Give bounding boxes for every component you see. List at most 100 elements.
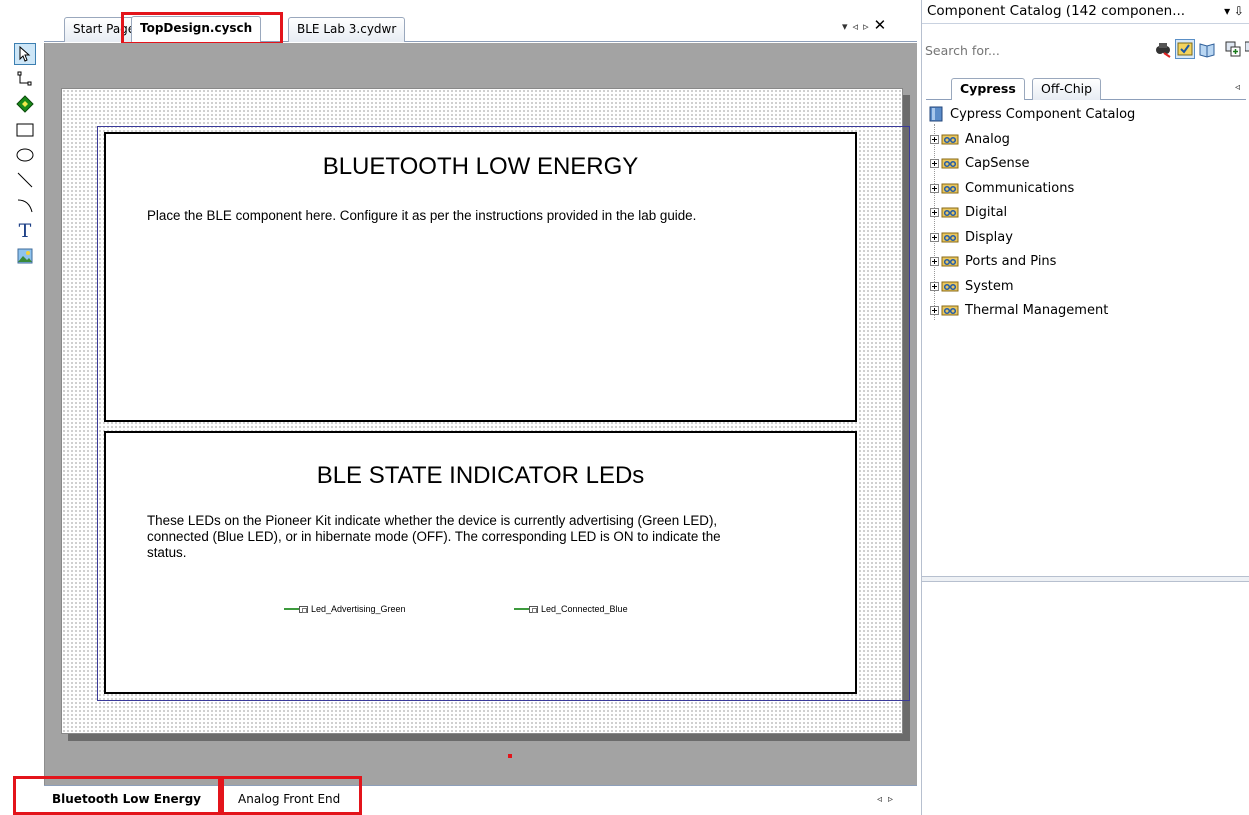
component-folder-icon bbox=[941, 183, 959, 194]
tab-ble-lab-cydwr[interactable]: BLE Lab 3.cydwr bbox=[288, 17, 406, 42]
tree-item-analog[interactable]: Analog bbox=[930, 129, 1010, 149]
arc-icon bbox=[17, 199, 33, 213]
tree-item-label: CapSense bbox=[965, 155, 1030, 171]
text-tool-button[interactable]: T bbox=[14, 220, 36, 242]
canvas-marker bbox=[508, 754, 512, 758]
rectangle-icon bbox=[16, 123, 34, 137]
tree-item-display[interactable]: Display bbox=[930, 227, 1013, 247]
component-catalog-panel: Component Catalog (142 componen... ▾ ⇩ C… bbox=[921, 0, 1249, 815]
pin-label: Led_Advertising_Green bbox=[311, 604, 406, 614]
find-icon[interactable] bbox=[1154, 40, 1172, 58]
page-scroll-right-icon[interactable]: ▹ bbox=[888, 794, 899, 805]
catalog-title-bar: Component Catalog (142 componen... ▾ ⇩ bbox=[922, 0, 1249, 24]
tree-item-communications[interactable]: Communications bbox=[930, 178, 1074, 198]
tab-off-chip[interactable]: Off-Chip bbox=[1032, 78, 1102, 100]
expand-icon[interactable] bbox=[930, 207, 939, 217]
expand-icon[interactable] bbox=[930, 281, 939, 291]
pin-led-connected-blue[interactable]: Led_Connected_Blue bbox=[514, 604, 628, 614]
schematic-canvas[interactable]: BLUETOOTH LOW ENERGY Place the BLE compo… bbox=[44, 43, 917, 785]
tree-item-label: System bbox=[965, 278, 1014, 294]
diamond-icon bbox=[16, 95, 34, 113]
component-folder-icon bbox=[941, 281, 959, 292]
tree-item-thermal-management[interactable]: Thermal Management bbox=[930, 300, 1108, 320]
pin-component-icon bbox=[529, 605, 538, 613]
pin-label: Led_Connected_Blue bbox=[541, 604, 628, 614]
page-tab-bar: Bluetooth Low Energy Analog Front End ◃▹ bbox=[44, 785, 917, 815]
component-folder-icon bbox=[941, 207, 959, 218]
component-folder-icon bbox=[941, 232, 959, 243]
tree-item-label: Thermal Management bbox=[965, 302, 1109, 318]
document-tab-bar: Start Page TopDesign.cysch BLE Lab 3.cyd… bbox=[44, 12, 917, 43]
ble-section-box[interactable]: BLUETOOTH LOW ENERGY Place the BLE compo… bbox=[104, 132, 857, 422]
expand-icon[interactable] bbox=[930, 305, 939, 315]
collapse-all-icon[interactable] bbox=[1245, 40, 1249, 58]
page-tab-scroll: ◃▹ bbox=[877, 794, 899, 805]
ellipse-tool-button[interactable] bbox=[14, 144, 36, 166]
image-tool-button[interactable] bbox=[14, 245, 36, 267]
catalog-pin-controls[interactable]: ▾ ⇩ bbox=[1224, 0, 1244, 22]
schematic-toolbar: T bbox=[10, 40, 40, 332]
tab-cypress[interactable]: Cypress bbox=[951, 78, 1025, 100]
pin-wire bbox=[284, 608, 299, 610]
catalog-tab-bar: Cypress Off-Chip ◃ bbox=[926, 76, 1246, 100]
component-tool-button[interactable] bbox=[14, 93, 36, 115]
wire-tool-button[interactable] bbox=[14, 68, 36, 90]
close-document-icon[interactable]: ✕ bbox=[874, 16, 892, 34]
text-icon: T bbox=[18, 220, 32, 242]
expand-icon[interactable] bbox=[930, 134, 939, 144]
pointer-icon bbox=[19, 46, 31, 62]
show-components-icon[interactable] bbox=[1175, 39, 1195, 59]
expand-icon[interactable] bbox=[930, 158, 939, 168]
led-description-line-3: status. bbox=[147, 545, 187, 560]
component-folder-icon bbox=[941, 305, 959, 316]
led-section-title: BLE STATE INDICATOR LEDs bbox=[316, 462, 645, 489]
expand-icon[interactable] bbox=[930, 183, 939, 193]
arc-tool-button[interactable] bbox=[14, 194, 36, 216]
tab-scroll-left-icon[interactable]: ◃ bbox=[853, 20, 864, 33]
ellipse-icon bbox=[16, 148, 34, 162]
tree-item-digital[interactable]: Digital bbox=[930, 202, 1007, 222]
component-folder-icon bbox=[941, 256, 959, 267]
tree-item-label: Ports and Pins bbox=[965, 253, 1057, 269]
catalog-tab-scroll-icon[interactable]: ◃ bbox=[1235, 82, 1240, 93]
page-tab-analog-front-end[interactable]: Analog Front End bbox=[232, 786, 346, 813]
tab-scroll-right-icon[interactable]: ▹ bbox=[863, 20, 874, 33]
tab-list-dropdown-icon[interactable]: ▾ bbox=[842, 20, 853, 33]
page-scroll-left-icon[interactable]: ◃ bbox=[877, 794, 888, 805]
ble-section-instructions: Place the BLE component here. Configure … bbox=[147, 208, 697, 223]
pin-wire bbox=[514, 608, 529, 610]
catalog-book-icon bbox=[929, 106, 943, 122]
rectangle-tool-button[interactable] bbox=[14, 119, 36, 141]
pin-component-icon bbox=[299, 605, 308, 613]
tree-item-ports-and-pins[interactable]: Ports and Pins bbox=[930, 251, 1056, 271]
catalog-preview-splitter[interactable] bbox=[922, 576, 1249, 582]
pin-led-advertising-green[interactable]: Led_Advertising_Green bbox=[284, 604, 406, 614]
tree-root-label: Cypress Component Catalog bbox=[950, 106, 1136, 122]
led-description-line-2: connected (Blue LED), or in hibernate mo… bbox=[147, 529, 721, 544]
line-tool-button[interactable] bbox=[14, 169, 36, 191]
tree-item-label: Digital bbox=[965, 204, 1008, 220]
tree-item-label: Analog bbox=[965, 131, 1010, 147]
catalog-search-input[interactable] bbox=[925, 40, 1065, 60]
tab-topdesign[interactable]: TopDesign.cysch bbox=[131, 16, 262, 43]
component-folder-icon bbox=[941, 158, 959, 169]
expand-icon[interactable] bbox=[930, 232, 939, 242]
expand-all-icon[interactable] bbox=[1224, 40, 1242, 58]
component-folder-icon bbox=[941, 134, 959, 145]
document-tab-controls: ▾◃▹✕ bbox=[842, 16, 891, 34]
line-icon bbox=[17, 172, 33, 188]
tree-root-cypress-catalog[interactable]: Cypress Component Catalog bbox=[928, 104, 1135, 124]
tree-item-system[interactable]: System bbox=[930, 276, 1013, 296]
page-tab-bluetooth-low-energy[interactable]: Bluetooth Low Energy bbox=[46, 786, 207, 813]
led-description-line-1: These LEDs on the Pioneer Kit indicate w… bbox=[147, 513, 718, 528]
psoc-creator-window: Start Page TopDesign.cysch BLE Lab 3.cyd… bbox=[0, 0, 1249, 815]
expand-icon[interactable] bbox=[930, 256, 939, 266]
tree-item-capsense[interactable]: CapSense bbox=[930, 153, 1030, 173]
image-icon bbox=[17, 248, 33, 264]
led-section-box[interactable]: BLE STATE INDICATOR LEDs These LEDs on t… bbox=[104, 431, 857, 694]
wire-icon bbox=[17, 71, 32, 86]
book-icon[interactable] bbox=[1198, 40, 1216, 58]
select-tool-button[interactable] bbox=[14, 43, 36, 65]
led-section-description: These LEDs on the Pioneer Kit indicate w… bbox=[147, 513, 721, 561]
catalog-search-row bbox=[922, 37, 1249, 65]
